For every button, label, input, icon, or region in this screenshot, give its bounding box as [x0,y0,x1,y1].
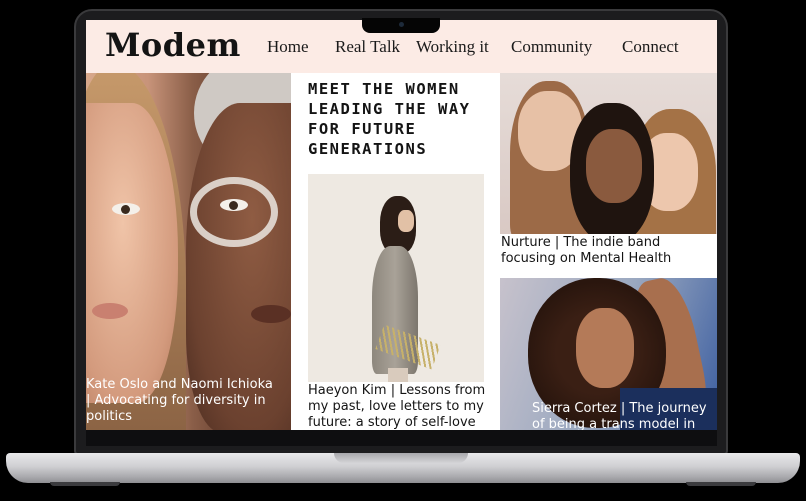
laptop-foot-left [50,482,120,486]
camera-icon [399,22,404,27]
hero-lips-left [92,303,128,319]
center-image-face [398,210,414,232]
feature-caption[interactable]: Kate Oslo and Naomi Ichioka | Advocating… [86,377,276,425]
center-story-image[interactable] [308,174,484,382]
center-story: MEET THE WOMEN LEADING THE WAY FOR FUTUR… [291,73,500,430]
model-image-face [576,308,634,388]
laptop-screen: Modem Home Real Talk Working it Communit… [86,20,717,430]
hero-glasses [190,177,278,247]
nurture-story-caption[interactable]: Nurture | The indie band focusing on Men… [501,235,717,267]
nav-real-talk[interactable]: Real Talk [335,37,400,57]
nav-community[interactable]: Community [511,37,592,57]
laptop-notch [362,18,440,33]
laptop-chin [86,430,717,446]
laptop-foot-right [686,482,756,486]
nav-connect[interactable]: Connect [622,37,679,57]
nav-home[interactable]: Home [267,37,309,57]
page-headline: MEET THE WOMEN LEADING THE WAY FOR FUTUR… [308,80,471,158]
right-stories: Nurture | The indie band focusing on Men… [500,73,717,430]
center-story-caption[interactable]: Haeyon Kim | Lessons from my past, love … [308,383,498,430]
center-image-legs [388,368,408,382]
band-image-face-2 [586,129,642,203]
hero-eye-left [112,203,140,215]
nurture-story-image[interactable] [500,73,717,234]
laptop-trackpad-notch [334,453,468,463]
main-nav: Home Real Talk Working it Community Conn… [86,37,717,59]
sierra-story-caption[interactable]: Sierra Cortez | The journey of being a t… [532,401,717,430]
hero-lips-right [251,305,291,323]
hero-image-face-left [86,103,178,403]
nav-working-it[interactable]: Working it [416,37,489,57]
feature-story[interactable]: Kate Oslo and Naomi Ichioka | Advocating… [86,73,291,430]
